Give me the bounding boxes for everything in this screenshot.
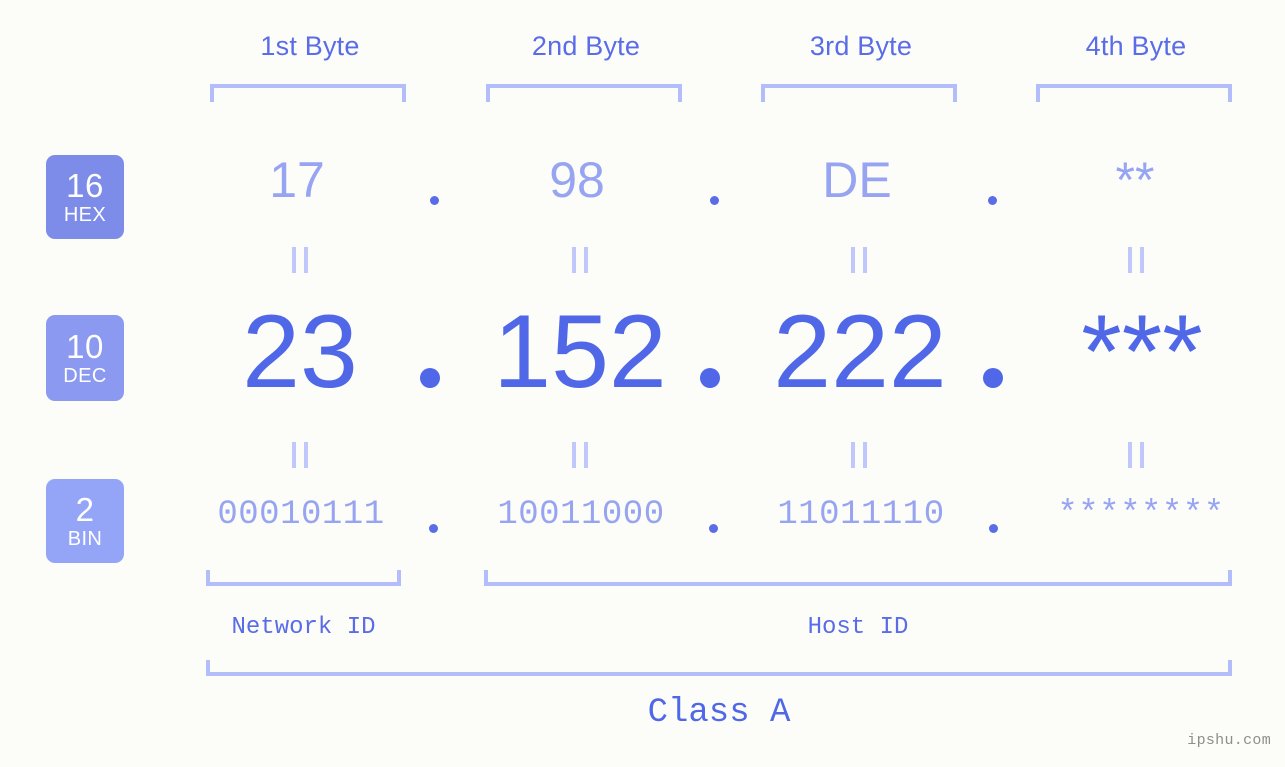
base-badge-dec[interactable]: 10 DEC bbox=[46, 315, 124, 401]
network-id-bracket bbox=[206, 570, 401, 586]
bin-byte-2: 10011000 bbox=[497, 496, 665, 534]
equals-icon-2-2 bbox=[572, 442, 588, 468]
byte-bracket-top-3 bbox=[761, 84, 957, 102]
equals-icon-2-1 bbox=[292, 442, 308, 468]
hex-separator-3 bbox=[988, 196, 997, 205]
base-badge-dec-name: DEC bbox=[63, 365, 107, 387]
dec-byte-4: *** bbox=[1081, 294, 1203, 410]
byte-header-2: 2nd Byte bbox=[531, 31, 641, 61]
hex-byte-4: ** bbox=[1115, 152, 1155, 208]
base-badge-bin-name: BIN bbox=[67, 528, 103, 550]
dec-byte-1: 23 bbox=[242, 294, 358, 410]
base-badge-bin[interactable]: 2 BIN bbox=[46, 479, 124, 563]
byte-bracket-top-2 bbox=[486, 84, 682, 102]
byte-bracket-top-4 bbox=[1036, 84, 1232, 102]
equals-icon-1-1 bbox=[292, 247, 308, 273]
ip-breakdown-diagram: 1st Byte 2nd Byte 3rd Byte 4th Byte 16 H… bbox=[0, 0, 1285, 767]
equals-icon-1-4 bbox=[1128, 247, 1144, 273]
hex-byte-1: 17 bbox=[269, 152, 325, 208]
network-id-label: Network ID bbox=[231, 614, 376, 641]
hex-separator-2 bbox=[710, 196, 719, 205]
byte-bracket-top-1 bbox=[210, 84, 406, 102]
base-badge-hex-name: HEX bbox=[63, 204, 107, 226]
class-bracket bbox=[206, 660, 1232, 676]
equals-icon-2-3 bbox=[851, 442, 867, 468]
base-badge-bin-number: 2 bbox=[75, 491, 95, 528]
dec-separator-3 bbox=[983, 368, 1003, 388]
host-id-bracket bbox=[484, 570, 1232, 586]
bin-byte-4: ******** bbox=[1057, 496, 1225, 534]
byte-header-1: 1st Byte bbox=[260, 31, 360, 61]
hex-byte-2: 98 bbox=[549, 152, 605, 208]
base-badge-hex[interactable]: 16 HEX bbox=[46, 155, 124, 239]
dec-separator-1 bbox=[420, 368, 440, 388]
bin-byte-3: 11011110 bbox=[777, 496, 945, 534]
class-label: Class A bbox=[647, 694, 791, 732]
host-id-label: Host ID bbox=[807, 614, 909, 641]
equals-icon-1-3 bbox=[851, 247, 867, 273]
bin-separator-1 bbox=[429, 524, 438, 533]
byte-header-3: 3rd Byte bbox=[809, 31, 913, 61]
dec-byte-2: 152 bbox=[493, 294, 667, 410]
dec-separator-2 bbox=[700, 368, 720, 388]
site-watermark: ipshu.com bbox=[1187, 732, 1271, 749]
equals-icon-2-4 bbox=[1128, 442, 1144, 468]
equals-icon-1-2 bbox=[572, 247, 588, 273]
hex-byte-3: DE bbox=[822, 152, 892, 208]
base-badge-dec-number: 10 bbox=[66, 328, 104, 365]
base-badge-hex-number: 16 bbox=[66, 167, 104, 204]
dec-byte-3: 222 bbox=[773, 294, 947, 410]
bin-separator-2 bbox=[709, 524, 718, 533]
byte-header-4: 4th Byte bbox=[1085, 31, 1187, 61]
bin-separator-3 bbox=[989, 524, 998, 533]
bin-byte-1: 00010111 bbox=[217, 496, 385, 534]
hex-separator-1 bbox=[430, 196, 439, 205]
